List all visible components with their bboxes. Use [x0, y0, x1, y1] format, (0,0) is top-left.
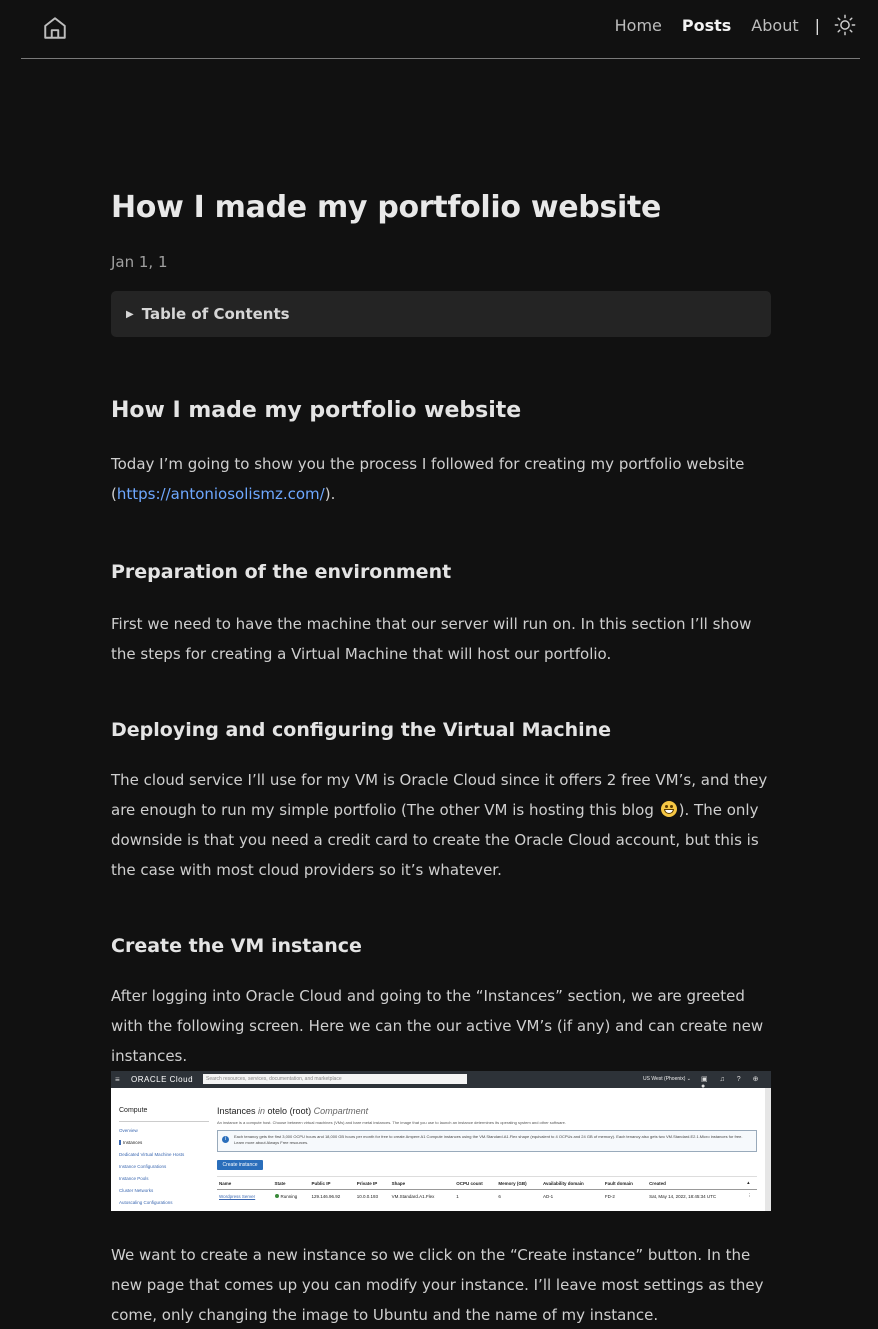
nav-link-about[interactable]: About: [751, 16, 798, 35]
oracle-side-item: Overview: [119, 1128, 138, 1133]
table-row: Wordpress Server Running 129.146.96.92 1…: [217, 1190, 757, 1203]
nav-separator: |: [814, 15, 820, 35]
oracle-info-box: Each tenancy gets the first 3,000 OCPU h…: [217, 1130, 757, 1152]
sun-icon[interactable]: [834, 14, 856, 36]
table-cell: VM.Standard.A1.Flex: [391, 1193, 435, 1199]
table-header-row: Name State Public IP Private IP Shape OC…: [217, 1176, 757, 1190]
oracle-logo: ORACLE Cloud: [131, 1075, 194, 1084]
table-cell: 6: [498, 1193, 501, 1199]
table-cell: 129.146.96.92: [311, 1193, 341, 1199]
intro-text-end: ).: [324, 485, 336, 503]
column-header: Created: [647, 1176, 746, 1190]
page: Home Posts About | How I made my portfol…: [0, 0, 878, 1329]
post-date: Jan 1, 1: [111, 253, 168, 271]
oracle-main: Instances in otelo (root) Compartment An…: [217, 1106, 757, 1202]
table-of-contents-toggle[interactable]: ▶ Table of Contents: [111, 291, 771, 337]
section-heading-preparation: Preparation of the environment: [111, 561, 452, 583]
table-cell: 10.0.0.193: [356, 1193, 379, 1199]
section-text-deploying: The cloud service I’ll use for my VM is …: [111, 765, 771, 885]
oracle-search: Search resources, services, documentatio…: [203, 1074, 467, 1084]
table-cell: Wordpress Server: [219, 1193, 256, 1199]
triangle-right-icon: ▶: [126, 308, 134, 320]
section-heading-deploying: Deploying and configuring the Virtual Ma…: [111, 719, 612, 741]
oracle-toolbar-icons: ▣ ♫ ? ⊕ ●: [701, 1076, 764, 1090]
column-header: Fault domain: [602, 1176, 648, 1190]
oracle-heading-b: otelo (root): [265, 1106, 314, 1116]
status-dot-icon: [274, 1193, 279, 1198]
column-header: Availability domain: [540, 1176, 603, 1190]
oracle-side-item: Instance Configurations: [119, 1164, 167, 1169]
table-cell: FD-2: [604, 1193, 615, 1199]
column-header: Shape: [389, 1176, 455, 1190]
nav-link-home[interactable]: Home: [615, 16, 662, 35]
oracle-topbar: ≡ ORACLE Cloud Search resources, service…: [111, 1071, 771, 1090]
column-header: Name: [217, 1176, 273, 1190]
table-cell: 1: [456, 1193, 459, 1199]
post-title: How I made my portfolio website: [111, 190, 662, 225]
column-header: Memory (GB): [496, 1176, 541, 1190]
oracle-side-item: Instances: [119, 1140, 209, 1145]
oracle-create-instance-button: Create instance: [217, 1160, 263, 1170]
oracle-heading-in: in: [258, 1106, 266, 1116]
oracle-side-item: Autoscaling Configurations: [119, 1200, 173, 1205]
column-header: Public IP: [309, 1176, 355, 1190]
column-header: OCPU count: [454, 1176, 497, 1190]
portfolio-link[interactable]: https://antoniosolismz.com/: [117, 485, 325, 503]
hamburger-icon: ≡: [115, 1075, 120, 1084]
oracle-sidebar: Compute Overview Instances Dedicated Vir…: [119, 1107, 209, 1211]
oracle-sidebar-title: Compute: [119, 1107, 148, 1114]
column-header: ▴: [745, 1176, 757, 1190]
table-cell: Running: [273, 1190, 310, 1203]
section-text-create-vm: After logging into Oracle Cloud and goin…: [111, 987, 764, 1065]
section-text-create-instance: We want to create a new instance so we c…: [111, 1246, 764, 1324]
top-navbar: Home Posts About |: [21, 0, 860, 59]
oracle-side-item: Dedicated Virtual Machine Hosts: [119, 1152, 185, 1157]
oracle-instances-table: Name State Public IP Private IP Shape OC…: [217, 1176, 757, 1202]
column-header: State: [272, 1176, 310, 1190]
table-cell: Sat, May 14, 2022, 18:45:34 UTC: [649, 1193, 717, 1199]
oracle-side-item: Cluster Networks: [119, 1188, 154, 1193]
section-text-intro: Today I’m going to show you the process …: [111, 449, 771, 509]
oracle-subtext: An instance is a compute host. Choose be…: [217, 1120, 567, 1125]
main-nav: Home Posts About |: [595, 13, 856, 37]
column-header: Private IP: [354, 1176, 390, 1190]
oracle-heading: Instances in otelo (root) Compartment: [217, 1106, 757, 1116]
oracle-cloud-screenshot: ≡ ORACLE Cloud Search resources, service…: [111, 1071, 771, 1211]
oracle-heading-c: Compartment: [313, 1106, 369, 1116]
toc-label: Table of Contents: [141, 305, 290, 323]
section-text-preparation: First we need to have the machine that o…: [111, 615, 752, 663]
oracle-heading-a: Instances: [217, 1106, 259, 1116]
home-icon[interactable]: [42, 15, 68, 41]
nav-link-posts[interactable]: Posts: [682, 16, 731, 35]
table-cell: AD-1: [542, 1193, 554, 1199]
table-cell: ⋮: [747, 1193, 752, 1198]
oracle-region: US West (Phoenix) ⌄: [643, 1076, 692, 1082]
oracle-side-item: Instance Pools: [119, 1176, 149, 1181]
oracle-scrollbar: [765, 1088, 771, 1211]
section-heading-intro: How I made my portfolio website: [111, 398, 522, 423]
grinning-face-icon: [660, 801, 677, 817]
divider: [119, 1121, 209, 1122]
status-text: Running: [280, 1193, 298, 1199]
section-heading-create-vm: Create the VM instance: [111, 935, 362, 957]
